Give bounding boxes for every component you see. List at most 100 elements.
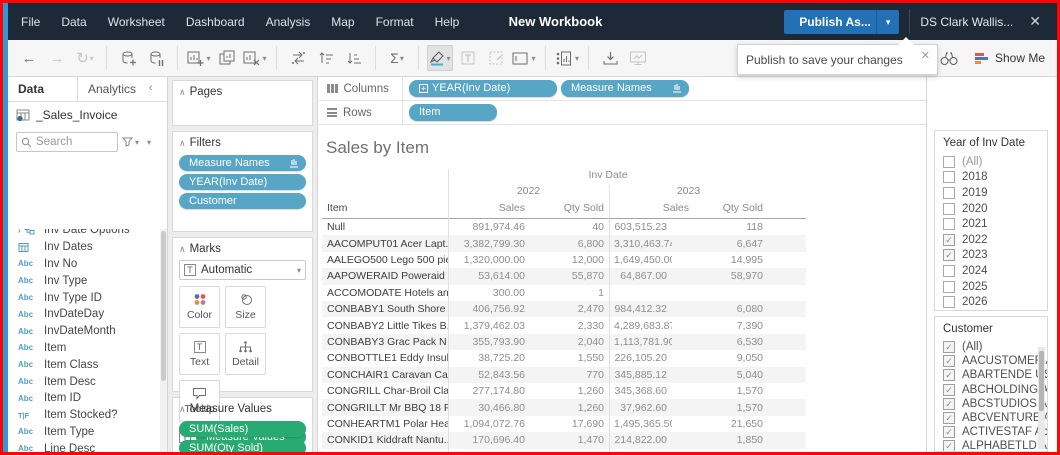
publish-as-button[interactable]: Publish As... bbox=[784, 10, 886, 34]
filter-option-2018[interactable]: 2018 bbox=[943, 170, 1047, 186]
show-me-toolbar-icon[interactable]: ▾ bbox=[554, 45, 580, 71]
measure-values-card[interactable]: ∧Measure Values SUM(Sales) SUM(Qty Sold) bbox=[172, 397, 313, 455]
table-row[interactable]: CONKID1 Kiddraft Nantu..170,696.401,4702… bbox=[322, 432, 806, 448]
value-cell[interactable]: 40 bbox=[530, 221, 609, 233]
value-cell[interactable]: 1,510 bbox=[530, 451, 609, 455]
checkbox[interactable] bbox=[943, 296, 955, 308]
filter-option-activestaf-activ-[interactable]: ✓ACTIVESTAF Activ... bbox=[943, 425, 1047, 439]
filter-pill-year-inv-date[interactable]: YEAR(Inv Date) bbox=[179, 174, 306, 190]
value-cell[interactable]: 6,080 bbox=[672, 303, 768, 315]
undo-icon[interactable]: ← bbox=[16, 45, 42, 71]
table-row[interactable]: AALEGO500 Lego 500 pie..1,320,000.0012,0… bbox=[322, 252, 806, 268]
checkbox[interactable]: ✓ bbox=[943, 249, 955, 261]
value-cell[interactable]: 891,974.46 bbox=[448, 221, 530, 233]
item-cell[interactable]: CONHEARTM1 Polar Hea.. bbox=[322, 418, 448, 430]
pause-auto-updates-icon[interactable] bbox=[143, 45, 169, 71]
checkbox[interactable] bbox=[943, 171, 955, 183]
table-row[interactable]: CONBABY3 Grac Pack N P..355,793.902,0401… bbox=[322, 334, 806, 350]
rows-shelf[interactable]: Rows Item bbox=[319, 101, 926, 125]
value-cell[interactable]: 30,466.80 bbox=[448, 402, 530, 414]
clear-sheet-icon[interactable]: ▾ bbox=[242, 45, 268, 71]
value-cell[interactable]: 214,822.00 bbox=[609, 434, 672, 446]
checkbox[interactable]: ✓ bbox=[943, 412, 955, 424]
pane-options-caret[interactable]: ▾ bbox=[147, 138, 151, 147]
value-cell[interactable]: 6,530 bbox=[672, 336, 768, 348]
item-cell[interactable]: CONGRILL Char-Broil Cla.. bbox=[322, 385, 448, 397]
filter-option-2026[interactable]: 2026 bbox=[943, 294, 1047, 310]
filter-option--all-[interactable]: (All) bbox=[943, 154, 1047, 170]
tooltip-button[interactable]: Tooltip bbox=[179, 380, 220, 422]
value-cell[interactable]: 53,614.00 bbox=[448, 270, 530, 282]
item-cell[interactable]: CONBOTTLE1 Eddy Insul.. bbox=[322, 352, 448, 364]
value-cell[interactable]: 1,495,365.50 bbox=[609, 418, 672, 430]
table-row[interactable]: CONBOTTLE1 Eddy Insul..38,725.201,550226… bbox=[322, 350, 806, 366]
redo-icon[interactable]: → bbox=[44, 45, 70, 71]
checkbox[interactable]: ✓ bbox=[943, 398, 955, 410]
sum-sales-pill[interactable]: SUM(Sales) bbox=[179, 421, 306, 437]
value-cell[interactable]: 1,470 bbox=[530, 434, 609, 446]
replay-icon[interactable]: ↻▾ bbox=[72, 45, 98, 71]
value-cell[interactable]: 1,260 bbox=[530, 402, 609, 414]
filter-option-aacustomer-alta-[interactable]: ✓AACUSTOMER Alta... bbox=[943, 354, 1047, 368]
tab-analytics[interactable]: Analytics bbox=[78, 77, 149, 101]
annotate-icon[interactable] bbox=[483, 45, 509, 71]
item-cell[interactable]: AAPOWERAID Poweraid .. bbox=[322, 270, 448, 282]
filter-option-abartende-usa-[interactable]: ✓ABARTENDE USA ... bbox=[943, 368, 1047, 382]
menu-item-help[interactable]: Help bbox=[435, 15, 460, 29]
show-me-button[interactable]: Show Me bbox=[974, 51, 1045, 65]
field-item-line-desc[interactable]: AbcLine Desc bbox=[8, 440, 159, 452]
menu-item-dashboard[interactable]: Dashboard bbox=[186, 15, 245, 29]
table-row[interactable]: CONKID2 Radio Flyer Int..275,212.601,510… bbox=[322, 449, 806, 455]
mark-type-dropdown[interactable]: T Automatic ▾ bbox=[179, 260, 306, 280]
field-item-item[interactable]: AbcItem bbox=[8, 340, 159, 357]
account-menu[interactable]: DS Clark Wallis... bbox=[920, 15, 1013, 29]
field-item-item-class[interactable]: AbcItem Class bbox=[8, 356, 159, 373]
value-cell[interactable]: 345,885.12 bbox=[609, 369, 672, 381]
filter-pill-measure-names[interactable]: Measure Names bbox=[179, 155, 306, 171]
menu-item-data[interactable]: Data bbox=[61, 15, 86, 29]
value-cell[interactable]: 118 bbox=[672, 221, 768, 233]
item-cell[interactable]: CONBABY1 South Shore .. bbox=[322, 303, 448, 315]
value-cell[interactable]: 1,094,072.76 bbox=[448, 418, 530, 430]
filter-option-2023[interactable]: ✓2023 bbox=[943, 248, 1047, 264]
value-cell[interactable]: 6,647 bbox=[672, 238, 768, 250]
value-cell[interactable]: 7,390 bbox=[672, 320, 768, 332]
checkbox[interactable] bbox=[943, 218, 955, 230]
filter-option-alphabetld-alph-[interactable]: ✓ALPHABETLD Alph... bbox=[943, 439, 1047, 452]
menu-item-file[interactable]: File bbox=[21, 15, 40, 29]
value-cell[interactable]: 770 bbox=[530, 369, 609, 381]
duplicate-sheet-icon[interactable] bbox=[214, 45, 240, 71]
filter-option-2020[interactable]: 2020 bbox=[943, 201, 1047, 217]
value-cell[interactable]: 9,050 bbox=[672, 352, 768, 364]
value-cell[interactable]: 21,650 bbox=[672, 418, 768, 430]
search-input[interactable]: Search bbox=[16, 132, 118, 152]
menu-item-format[interactable]: Format bbox=[376, 15, 414, 29]
checkbox[interactable]: ✓ bbox=[943, 355, 955, 367]
marks-card[interactable]: ∧Marks T Automatic ▾ Color Size T Text bbox=[172, 237, 313, 392]
value-cell[interactable]: 2,470 bbox=[530, 303, 609, 315]
value-cell[interactable]: 58,970 bbox=[672, 270, 768, 282]
expand-date-icon[interactable]: + bbox=[419, 84, 428, 93]
filter-option-abcstudios-abc-[interactable]: ✓ABCSTUDIOS ABC ... bbox=[943, 397, 1047, 411]
value-cell[interactable]: 1,570 bbox=[672, 385, 768, 397]
year-header-2022[interactable]: 2022 bbox=[448, 185, 609, 197]
value-cell[interactable]: 3,310,463.74 bbox=[609, 238, 672, 250]
checkbox[interactable]: ✓ bbox=[943, 440, 955, 452]
swap-rows-and-columns-icon[interactable] bbox=[285, 45, 311, 71]
field-item-inv-no[interactable]: AbcInv No bbox=[8, 256, 159, 273]
value-cell[interactable]: 1 bbox=[530, 287, 609, 299]
item-cell[interactable]: CONBABY2 Little Tikes B.. bbox=[322, 320, 448, 332]
presentation-mode-icon[interactable] bbox=[625, 45, 651, 71]
table-row[interactable]: CONHEARTM1 Polar Hea..1,094,072.7617,690… bbox=[322, 416, 806, 432]
checkbox[interactable] bbox=[943, 265, 955, 277]
value-cell[interactable]: 345,368.60 bbox=[609, 385, 672, 397]
new-data-source-icon[interactable] bbox=[115, 45, 141, 71]
value-cell[interactable]: 355,793.90 bbox=[448, 336, 530, 348]
menu-item-worksheet[interactable]: Worksheet bbox=[108, 15, 165, 29]
value-cell[interactable]: 2,040 bbox=[530, 336, 609, 348]
size-button[interactable]: Size bbox=[225, 286, 266, 328]
value-cell[interactable]: 300.00 bbox=[448, 287, 530, 299]
value-cell[interactable]: 52,843.56 bbox=[448, 369, 530, 381]
field-item-invdateday[interactable]: AbcInvDateDay bbox=[8, 306, 159, 323]
download-icon[interactable] bbox=[597, 45, 623, 71]
